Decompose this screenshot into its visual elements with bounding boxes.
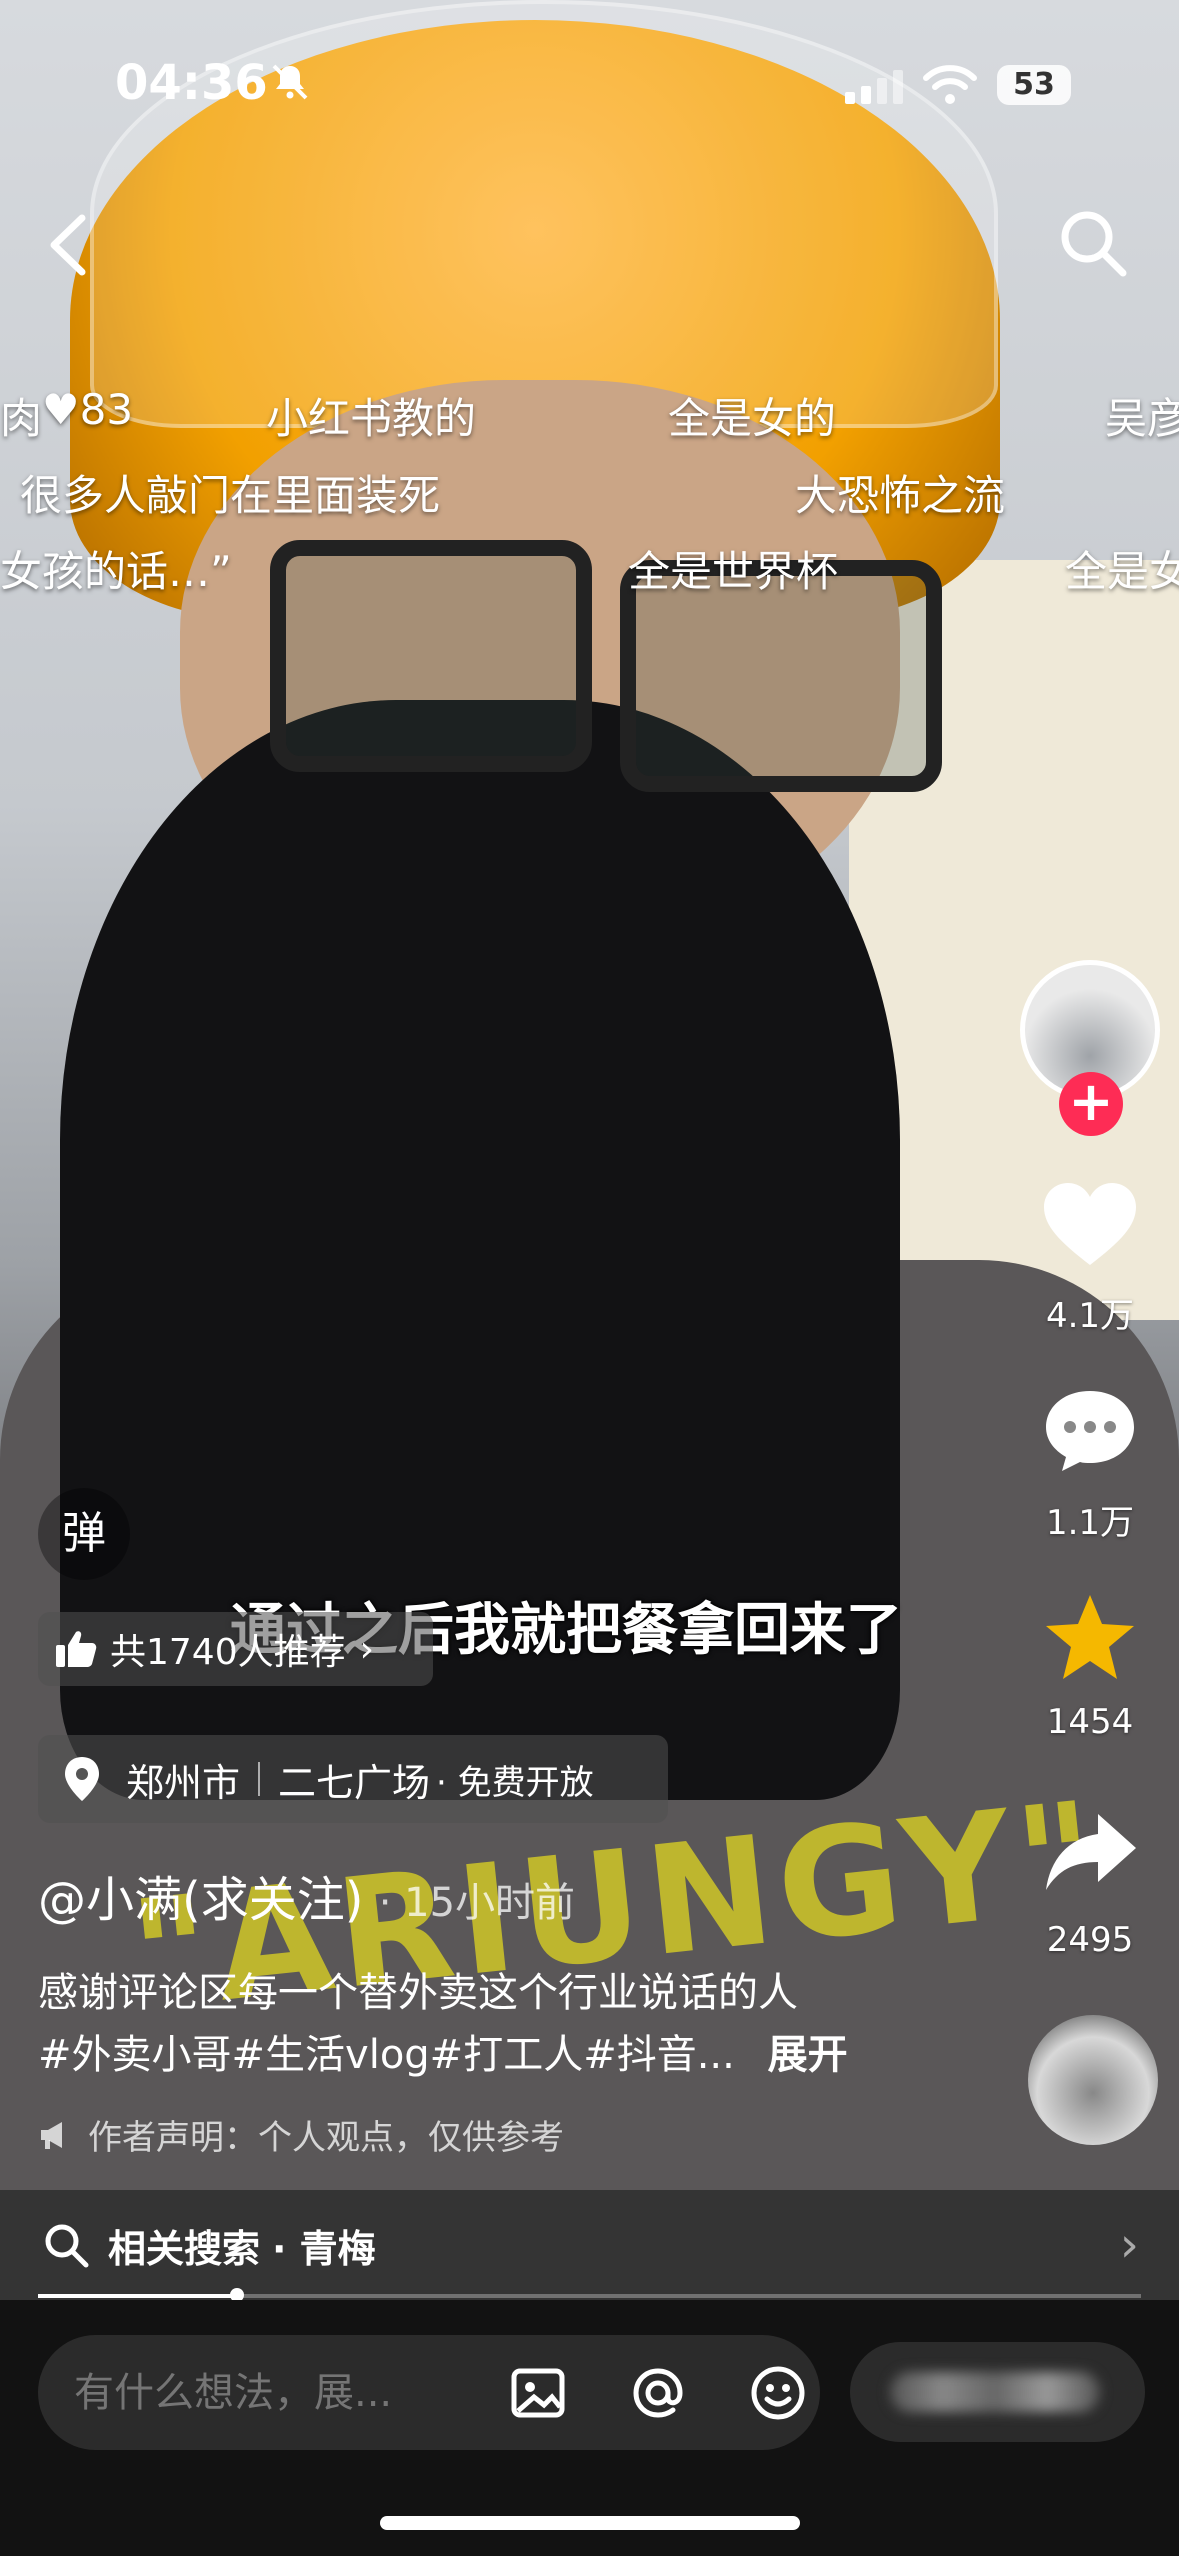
related-search-bar[interactable]: 相关搜索 · 青梅 › — [0, 2190, 1179, 2300]
share-count: 2495 — [1046, 1920, 1134, 1960]
comment-input[interactable] — [72, 2368, 436, 2417]
location-place: 二七广场 — [278, 1760, 431, 1805]
danmu-comment: 女孩的话…” — [0, 547, 232, 596]
emoji-icon[interactable] — [748, 2363, 808, 2423]
image-icon[interactable] — [508, 2363, 568, 2423]
danmu-comment: 全是女的 — [668, 394, 837, 443]
expand-button[interactable]: 展开 — [768, 2032, 848, 2078]
heart-icon[interactable] — [1040, 1180, 1140, 1270]
chevron-right-icon: › — [359, 1628, 375, 1670]
status-time: 04:36 — [115, 55, 268, 111]
search-icon — [45, 2224, 89, 2268]
chevron-right-icon: › — [1119, 2217, 1139, 2273]
danmu-comment: 很多人敲门在里面装死 — [20, 471, 441, 520]
comment-icon[interactable] — [1040, 1385, 1140, 1475]
search-icon[interactable] — [1055, 205, 1130, 280]
send-button-pill[interactable] — [850, 2342, 1145, 2442]
like-count: 4.1万 — [1045, 1296, 1135, 1336]
megaphone-icon — [41, 2121, 62, 2149]
comment-count: 1.1万 — [1045, 1503, 1135, 1543]
description-text: 感谢评论区每一个替外卖这个行业说话的人 — [38, 1970, 798, 2016]
recommend-label: 共1740人推荐 — [110, 1632, 346, 1673]
hashtags[interactable]: #外卖小哥#生活vlog#打工人#抖音... — [38, 2032, 735, 2078]
share-arrow-icon[interactable] — [1040, 1808, 1140, 1898]
wifi-icon — [923, 65, 977, 104]
cellular-signal-icon — [845, 70, 903, 104]
video-frame[interactable]: "ARIUNGY" — [0, 0, 1179, 2300]
danmu-comment: 肉 — [0, 394, 43, 443]
author-notice: 作者声明：个人观点，仅供参考 — [38, 2110, 564, 2159]
location-tag: · 免费开放 — [436, 1762, 594, 1803]
related-search-label: 相关搜索 — [108, 2226, 261, 2271]
progress-fill — [38, 2294, 237, 2298]
danmu-comment: 吴彦 — [1105, 394, 1179, 443]
battery-indicator: 53 — [997, 65, 1071, 105]
status-bar: 04:36 53 — [0, 0, 1179, 130]
video-progress-bar[interactable] — [38, 2288, 1141, 2302]
author-name[interactable]: @小满(求关注) — [38, 1872, 363, 1928]
video-description: 感谢评论区每一个替外卖这个行业说话的人 #外卖小哥#生活vlog#打工人#抖音.… — [38, 1962, 1038, 2086]
danmu-comment: 全是世界杯 — [628, 547, 839, 596]
thumbs-up-icon — [56, 1631, 97, 1667]
author-line: @小满(求关注) · 15小时前 — [38, 1860, 575, 1930]
music-disc[interactable] — [1028, 2015, 1158, 2145]
danmu-comment: 全是女 — [1065, 547, 1179, 596]
glasses-left — [270, 540, 592, 772]
danmu-toggle-button[interactable]: 弹 — [38, 1488, 130, 1580]
post-time: · 15小时前 — [378, 1880, 576, 1926]
follow-button[interactable]: + — [1059, 1072, 1123, 1136]
related-search-query: · 青梅 — [272, 2226, 376, 2271]
location-pill[interactable]: 郑州市 二七广场 · 免费开放 — [38, 1735, 668, 1823]
divider — [258, 1762, 261, 1796]
back-arrow-icon[interactable] — [40, 210, 100, 280]
mention-icon[interactable] — [628, 2363, 688, 2423]
recommend-pill[interactable]: 共1740人推荐 › — [38, 1612, 433, 1686]
home-indicator[interactable] — [380, 2516, 800, 2530]
location-city: 郑州市 — [126, 1760, 241, 1805]
danmu-comment: ♥83 — [42, 385, 134, 434]
blurred-content — [890, 2372, 1100, 2412]
notice-text: 作者声明：个人观点，仅供参考 — [88, 2118, 564, 2158]
favorite-star-icon[interactable] — [1040, 1592, 1140, 1682]
silent-bell-icon — [272, 64, 308, 100]
comment-input-pill[interactable] — [38, 2335, 820, 2450]
location-pin-icon — [65, 1757, 99, 1801]
favorite-count: 1454 — [1046, 1702, 1134, 1742]
danmu-comment: 大恐怖之流 — [795, 471, 1006, 520]
danmu-comment: 小红书教的 — [266, 394, 477, 443]
